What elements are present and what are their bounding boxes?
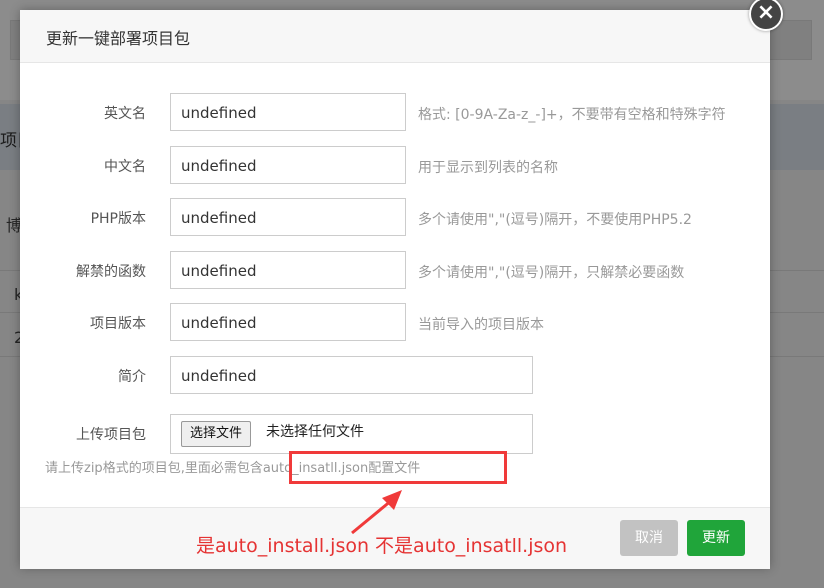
annotation-arrow (351, 490, 402, 535)
annotation-text: 是auto_install.json 不是auto_insatll.json (196, 535, 568, 557)
